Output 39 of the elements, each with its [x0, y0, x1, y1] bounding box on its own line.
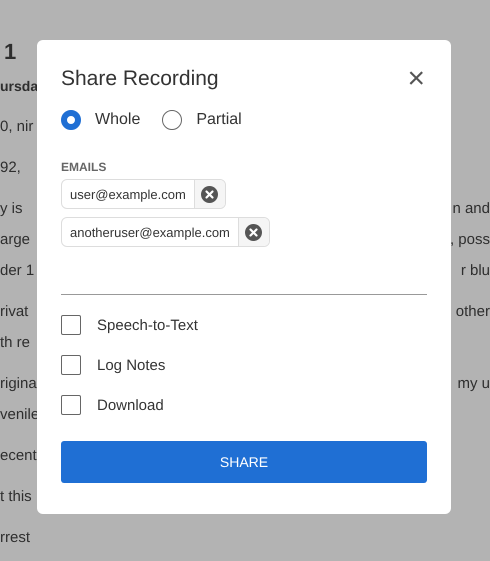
background-text: th re	[0, 334, 30, 351]
background-text: venile	[0, 406, 40, 423]
background-text: der 1	[0, 262, 34, 279]
emails-label: EMAILS	[61, 160, 108, 174]
share-button[interactable]: SHARE	[61, 441, 427, 483]
background-text: r blu	[460, 262, 490, 279]
background-text: y is	[0, 200, 22, 217]
background-text: ecent	[0, 447, 37, 464]
remove-icon	[245, 224, 262, 240]
background-text: 92,	[0, 159, 21, 176]
email-chip: anotheruser@example.com	[61, 217, 270, 247]
checkbox-label: Speech-to-Text	[97, 316, 198, 334]
remove-icon	[201, 186, 218, 202]
background-text: my u	[457, 375, 490, 392]
background-text: t this	[0, 488, 32, 505]
background-text: ursda	[0, 78, 38, 94]
background-text: rigina	[0, 375, 37, 392]
email-chip: user@example.com	[61, 179, 226, 209]
checkbox-label: Log Notes	[97, 356, 166, 374]
dialog-title: Share Recording	[61, 67, 219, 91]
remove-button[interactable]	[194, 180, 225, 208]
background-text: 0, nir	[0, 118, 34, 135]
radio-button[interactable]	[61, 110, 81, 130]
background-text: rrest	[0, 529, 30, 546]
close-button[interactable]: ×	[405, 66, 427, 92]
checkbox[interactable]	[61, 395, 81, 415]
radio-label: Whole	[95, 111, 140, 129]
background-text: rivat	[0, 303, 28, 320]
remove-button[interactable]	[238, 218, 269, 246]
checkbox[interactable]	[61, 315, 81, 335]
background-text: n and	[452, 200, 490, 217]
background-text: other	[456, 303, 490, 320]
radio-button[interactable]	[162, 110, 182, 130]
radio-label: Partial	[196, 111, 242, 129]
checkbox[interactable]	[61, 355, 81, 375]
background-text: , poss	[450, 231, 490, 248]
checkbox-label: Download	[97, 396, 164, 414]
background-text: 1	[4, 39, 16, 65]
background-text: arge	[0, 231, 30, 248]
